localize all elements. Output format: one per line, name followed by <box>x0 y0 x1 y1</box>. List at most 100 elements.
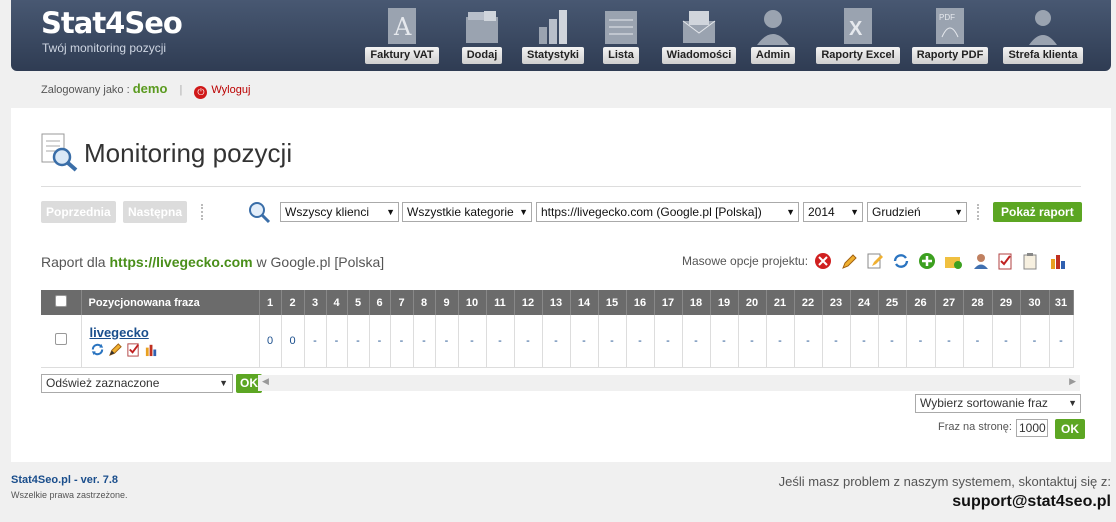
project-select[interactable]: https://livegecko.com (Google.pl [Polska… <box>536 202 799 222</box>
day-header: 31 <box>1049 290 1074 315</box>
refresh-icon[interactable] <box>892 252 910 270</box>
checklist-icon[interactable] <box>126 342 141 357</box>
nav-label: Lista <box>603 47 639 64</box>
position-cell: - <box>654 315 683 368</box>
per-page-input[interactable]: 1000 <box>1016 419 1048 437</box>
position-cell: - <box>710 315 739 368</box>
sort-select[interactable]: Wybierz sortowanie fraz ▼ <box>915 394 1081 413</box>
position-cell: - <box>738 315 767 368</box>
nav-item-5[interactable]: Admin <box>750 0 796 71</box>
scroll-left-icon[interactable]: ◀ <box>262 376 269 387</box>
page-title: Monitoring pozycji <box>84 138 293 168</box>
show-report-button[interactable]: Pokaż raport <box>993 202 1082 222</box>
nav-item-6[interactable]: X Raporty Excel <box>816 0 900 71</box>
session-bar: Zalogowany jako : demo | ⏻ Wyloguj <box>41 81 250 99</box>
month-select[interactable]: Grudzień ▼ <box>867 202 967 222</box>
chart-icon[interactable] <box>144 342 159 357</box>
refresh-icon[interactable] <box>90 342 105 357</box>
nav-item-8[interactable]: Strefa klienta <box>1003 0 1083 71</box>
position-cell: - <box>963 315 993 368</box>
add-icon[interactable] <box>918 252 936 270</box>
nav-label: Dodaj <box>461 47 503 64</box>
day-header: 28 <box>963 290 993 315</box>
day-header: 3 <box>304 290 327 315</box>
position-cell: - <box>766 315 795 368</box>
stats-icon <box>539 10 567 44</box>
nav-item-0[interactable]: A Faktury VAT <box>365 0 439 71</box>
excel-icon: X <box>844 8 872 44</box>
day-header: 5 <box>347 290 370 315</box>
day-header: 21 <box>766 290 795 315</box>
logout-link[interactable]: Wyloguj <box>211 84 250 96</box>
position-cell: - <box>486 315 515 368</box>
day-header: 27 <box>935 290 964 315</box>
day-header: 25 <box>878 290 907 315</box>
day-header: 8 <box>413 290 436 315</box>
help-text: Jeśli masz problem z naszym systemem, sk… <box>778 474 1111 489</box>
position-cell: - <box>369 315 391 368</box>
separator: | <box>179 84 183 96</box>
position-cell: - <box>570 315 599 368</box>
nav-item-7[interactable]: PDF Raporty PDF <box>911 0 989 71</box>
chart-icon[interactable] <box>1049 252 1067 270</box>
add-folder-icon <box>466 11 498 43</box>
position-cell: - <box>822 315 851 368</box>
user-icon[interactable] <box>972 252 990 270</box>
day-header: 7 <box>390 290 414 315</box>
version-text[interactable]: Stat4Seo.pl - ver. 7.8 <box>11 474 128 486</box>
nav-item-3[interactable]: Lista <box>603 0 639 71</box>
edit-document-icon[interactable] <box>866 252 884 270</box>
edit-pencil-icon[interactable] <box>841 252 859 270</box>
magnifier-document-icon <box>41 133 78 172</box>
categories-select[interactable]: Wszystkie kategorie ▼ <box>402 202 532 222</box>
prev-button[interactable]: Poprzednia <box>41 201 116 223</box>
next-button[interactable]: Następna <box>123 201 188 223</box>
add-folder-icon[interactable] <box>944 252 962 270</box>
clipboard-icon[interactable] <box>1021 252 1039 270</box>
bulk-action-select[interactable]: Odśwież zaznaczone ▼ <box>41 374 233 393</box>
day-header: 19 <box>710 290 739 315</box>
position-cell: - <box>347 315 370 368</box>
position-cell: - <box>794 315 823 368</box>
horizontal-scrollbar[interactable]: ◀ ▶ <box>258 375 1080 391</box>
support-email[interactable]: support@stat4seo.pl <box>779 493 1111 511</box>
logo[interactable]: Stat4Seo <box>41 6 183 40</box>
nav-item-4[interactable]: Wiadomości <box>661 0 737 71</box>
power-icon[interactable]: ⏻ <box>194 86 208 99</box>
select-all-checkbox[interactable] <box>54 295 67 307</box>
nav-label: Faktury VAT <box>365 47 439 64</box>
slogan: Twój monitoring pozycji <box>42 41 167 55</box>
position-cell: - <box>598 315 627 368</box>
scroll-right-icon[interactable]: ▶ <box>1069 376 1076 387</box>
footer-right: Jeśli masz problem z naszym systemem, sk… <box>779 474 1111 511</box>
year-select[interactable]: 2014 ▼ <box>803 202 863 222</box>
row-checkbox[interactable] <box>54 333 67 346</box>
nav-label: Statystyki <box>522 47 584 64</box>
clients-select[interactable]: Wszyscy klienci ▼ <box>280 202 399 222</box>
svg-text:PDF: PDF <box>939 13 955 22</box>
mass-options-label: Masowe opcje projektu: <box>682 254 809 268</box>
day-header: 26 <box>906 290 936 315</box>
day-header: 4 <box>326 290 348 315</box>
rights-text: Wszelkie prawa zastrzeżone. <box>11 490 128 500</box>
nav-item-2[interactable]: Statystyki <box>522 0 584 71</box>
day-header: 17 <box>654 290 683 315</box>
logged-as-label: Zalogowany jako : <box>41 84 130 96</box>
position-cell: - <box>304 315 327 368</box>
position-cell: - <box>326 315 348 368</box>
day-header: 16 <box>626 290 655 315</box>
nav-item-1[interactable]: Dodaj <box>461 0 503 71</box>
search-icon[interactable] <box>247 200 271 224</box>
per-page-ok-button[interactable]: OK <box>1055 419 1085 439</box>
admin-icon <box>757 10 789 45</box>
day-header: 1 <box>259 290 282 315</box>
position-cell: - <box>682 315 711 368</box>
position-cell: - <box>1020 315 1050 368</box>
checklist-icon[interactable] <box>996 252 1014 270</box>
edit-pencil-icon[interactable] <box>108 342 123 357</box>
day-header: 22 <box>794 290 823 315</box>
position-cell: - <box>413 315 436 368</box>
phrase-link[interactable]: livegecko <box>90 325 259 340</box>
delete-icon[interactable] <box>814 252 832 270</box>
day-header: 14 <box>570 290 599 315</box>
